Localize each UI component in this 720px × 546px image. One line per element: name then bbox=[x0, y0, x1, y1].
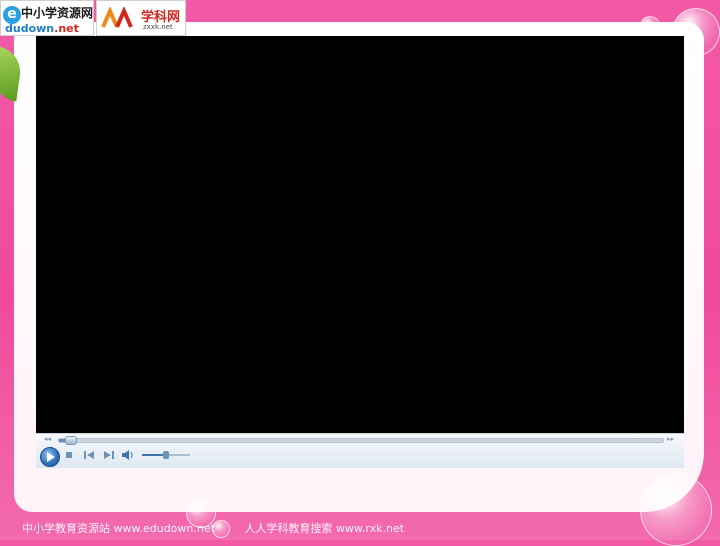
play-icon[interactable] bbox=[40, 447, 60, 467]
logo-domain-text: dudown.net bbox=[5, 22, 79, 35]
player-controls: ◂◂ ▸▸ bbox=[36, 433, 684, 468]
volume-thumb[interactable] bbox=[163, 451, 169, 459]
bubble-decoration bbox=[640, 16, 660, 36]
bubble-decoration bbox=[690, 60, 704, 74]
logo-brand-text: 中小学资源网 bbox=[21, 6, 94, 20]
next-icon[interactable] bbox=[104, 451, 114, 459]
footer-left-text: 中小学教育资源站 www.edudown.net bbox=[22, 522, 215, 535]
volume-slider[interactable] bbox=[142, 451, 190, 459]
rewind-icon[interactable]: ◂◂ bbox=[44, 435, 51, 443]
video-area[interactable] bbox=[36, 36, 684, 433]
previous-icon[interactable] bbox=[84, 451, 94, 459]
zxxk-logo[interactable]: 学科网 zxxk.net bbox=[96, 0, 186, 36]
footer: 中小学教育资源站 www.edudown.net 人人学科教育搜索 www.rx… bbox=[22, 520, 430, 536]
seek-thumb[interactable] bbox=[65, 436, 78, 445]
people-logo-icon bbox=[101, 7, 133, 28]
media-player[interactable]: ◂◂ ▸▸ bbox=[36, 36, 684, 468]
volume-icon[interactable] bbox=[122, 450, 134, 460]
bubble-decoration bbox=[640, 474, 712, 546]
edudown-logo[interactable]: e 中小学资源网 dudown.net bbox=[0, 0, 94, 36]
seek-bar[interactable] bbox=[58, 436, 664, 445]
stop-icon[interactable] bbox=[66, 452, 72, 458]
footer-right-text: 人人学科教育搜索 www.rxk.net bbox=[244, 522, 405, 535]
logo-domain-text: zxxk.net bbox=[143, 23, 173, 31]
fast-forward-icon[interactable]: ▸▸ bbox=[667, 435, 674, 443]
logo-bar: e 中小学资源网 dudown.net 学科网 zxxk.net bbox=[0, 0, 186, 36]
